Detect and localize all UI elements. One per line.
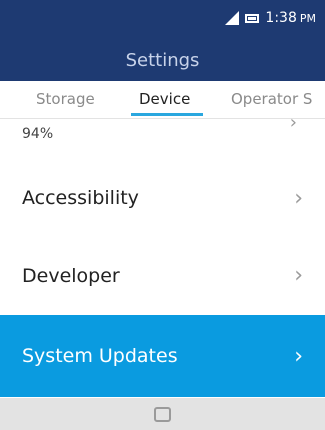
list-item-value: 94% [22, 126, 54, 142]
tab-storage[interactable]: Storage [36, 90, 95, 108]
tab-bar: Storage Device Operator S [0, 81, 325, 119]
tab-operator[interactable]: Operator S [231, 90, 312, 108]
list-item-developer[interactable]: Developer › [0, 236, 325, 315]
status-bar: 1:38 PM [225, 0, 325, 36]
center-key-icon[interactable] [154, 406, 171, 422]
clock-ampm: PM [299, 12, 316, 25]
chevron-right-icon: › [294, 343, 303, 369]
list-item-label: Developer [22, 264, 120, 287]
list-item-system-updates[interactable]: System Updates › [0, 315, 325, 397]
chevron-right-icon: › [289, 112, 297, 133]
active-tab-indicator [131, 113, 203, 116]
softkey-bar [0, 398, 325, 430]
chevron-right-icon: › [294, 185, 303, 211]
list-item-partial[interactable]: 94% › [0, 112, 325, 154]
list-item-accessibility[interactable]: Accessibility › [0, 160, 325, 236]
page-title: Settings [125, 50, 200, 71]
battery-icon [245, 13, 260, 23]
tab-device[interactable]: Device [139, 90, 190, 108]
list-item-label: System Updates [22, 345, 178, 367]
app-header: 1:38 PM Settings [0, 0, 325, 81]
clock: 1:38 PM [265, 10, 316, 26]
clock-time: 1:38 [265, 10, 297, 26]
chevron-right-icon: › [294, 263, 303, 288]
list-item-label: Accessibility [22, 187, 139, 209]
signal-icon [225, 11, 240, 25]
